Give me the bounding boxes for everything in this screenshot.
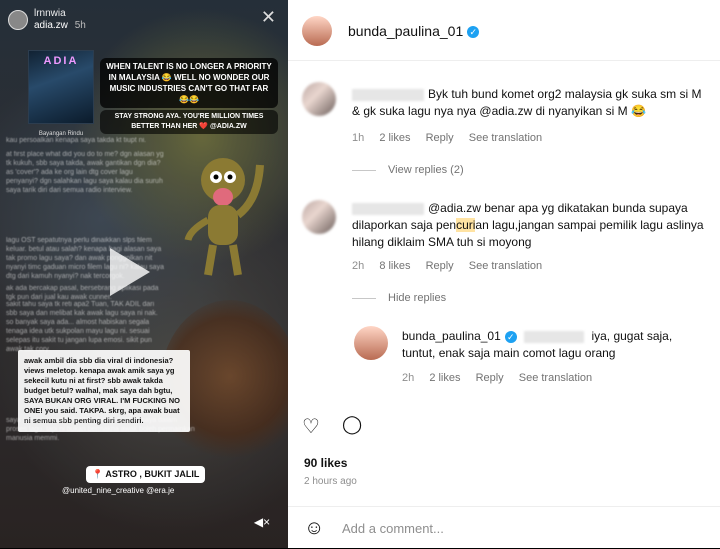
comment-meta: 2h 8 likes Reply See translation <box>352 260 543 272</box>
highlighted-word: curi <box>456 218 476 232</box>
likes-count[interactable]: 8 likes <box>379 260 410 272</box>
comment-avatar[interactable] <box>302 200 336 234</box>
speaker-icon[interactable]: ◀× <box>252 512 272 532</box>
divider-line <box>352 297 376 299</box>
story-text-2: at first place what did you do to me? dg… <box>6 151 164 194</box>
reply-avatar[interactable] <box>354 326 388 360</box>
heart-icon[interactable]: ♡ <box>302 414 320 439</box>
likes-count[interactable]: 2 likes <box>379 132 410 144</box>
comment-meta: 1h 2 likes Reply See translation <box>352 132 543 144</box>
story-user-block[interactable]: lrnnwia adia.zw 5h <box>34 8 86 31</box>
post-header: bunda_paulina_01 ✓ <box>288 0 720 61</box>
story-user-handle[interactable]: adia.zw 5h <box>34 20 86 31</box>
story-text-tail: saya pun tahu awak dah byk bantu support… <box>6 417 195 442</box>
story-user-top: lrnnwia <box>34 8 66 19</box>
screen: lrnnwia adia.zw 5h ✕ ADIA Bayangan Rindu… <box>0 0 720 548</box>
album-title: ADIA <box>43 55 79 67</box>
view-replies[interactable]: View replies (2) <box>352 164 464 176</box>
see-translation-link[interactable]: See translation <box>469 260 542 272</box>
comment-text: @adia.zw benar apa yg dikatakan bunda su… <box>352 201 704 249</box>
play-icon[interactable] <box>110 248 150 296</box>
comment-avatar[interactable] <box>302 82 336 116</box>
comments-list[interactable]: Byk tuh bund komet org2 malaysia gk suka… <box>288 60 720 410</box>
story-text-1: kau persoalkan kenapa saya takda kt tiup… <box>6 137 147 144</box>
see-translation-link[interactable]: See translation <box>519 372 592 384</box>
reply-button[interactable]: Reply <box>426 260 454 272</box>
location-tag[interactable]: 📍 ASTRO , BUKIT JALIL <box>86 466 206 483</box>
story-quote: WHEN TALENT IS NO LONGER A PRIORITY IN M… <box>100 58 278 108</box>
post-likes[interactable]: 90 likes <box>304 456 347 470</box>
likes-count[interactable]: 2 likes <box>429 372 460 384</box>
reply-button[interactable]: Reply <box>476 372 504 384</box>
story-avatar[interactable] <box>8 10 28 30</box>
comment-username[interactable] <box>352 202 424 215</box>
post-time: 2 hours ago <box>304 476 357 487</box>
mention-tag[interactable]: @united_nine_creative @era.je <box>62 486 174 495</box>
divider-line <box>352 169 376 171</box>
hide-replies[interactable]: Hide replies <box>352 292 446 304</box>
story-text-5: sakit tahu saya tk reti apa2 Tuan, TAK A… <box>6 301 158 353</box>
see-translation-link[interactable]: See translation <box>469 132 542 144</box>
verified-icon: ✓ <box>467 26 480 39</box>
story-quote-sub: STAY STRONG AYA. YOU'RE MILLION TIMES BE… <box>100 110 278 134</box>
post-panel: bunda_paulina_01 ✓ Byk tuh bund komet org… <box>288 0 720 548</box>
monkey-sticker <box>184 158 264 276</box>
reply-meta: 2h 2 likes Reply See translation <box>402 372 593 384</box>
reply-button[interactable]: Reply <box>426 132 454 144</box>
album-cover: ADIA Bayangan Rindu <box>28 50 94 137</box>
comment-username[interactable] <box>352 88 424 101</box>
verified-icon: ✓ <box>504 330 517 343</box>
story-top-bar: lrnnwia adia.zw 5h ✕ <box>6 8 282 36</box>
reply-username[interactable]: bunda_paulina_01 <box>402 329 501 343</box>
mentioned-user[interactable] <box>524 330 585 343</box>
story-video-panel[interactable]: lrnnwia adia.zw 5h ✕ ADIA Bayangan Rindu… <box>0 0 288 548</box>
author-name[interactable]: bunda_paulina_01 ✓ <box>348 23 480 39</box>
comment-icon[interactable]: ◯ <box>342 414 362 435</box>
close-icon[interactable]: ✕ <box>261 8 276 26</box>
emoji-icon[interactable]: ☺ <box>304 517 324 540</box>
reply-text: bunda_paulina_01 ✓ iya, gugat saja, tuntu… <box>402 329 673 360</box>
add-comment-input[interactable]: Add a comment... <box>342 521 444 536</box>
comment-text: Byk tuh bund komet org2 malaysia gk suka… <box>352 87 702 118</box>
comment-composer: ☺ Add a comment... <box>288 506 720 549</box>
author-avatar[interactable] <box>302 16 332 46</box>
